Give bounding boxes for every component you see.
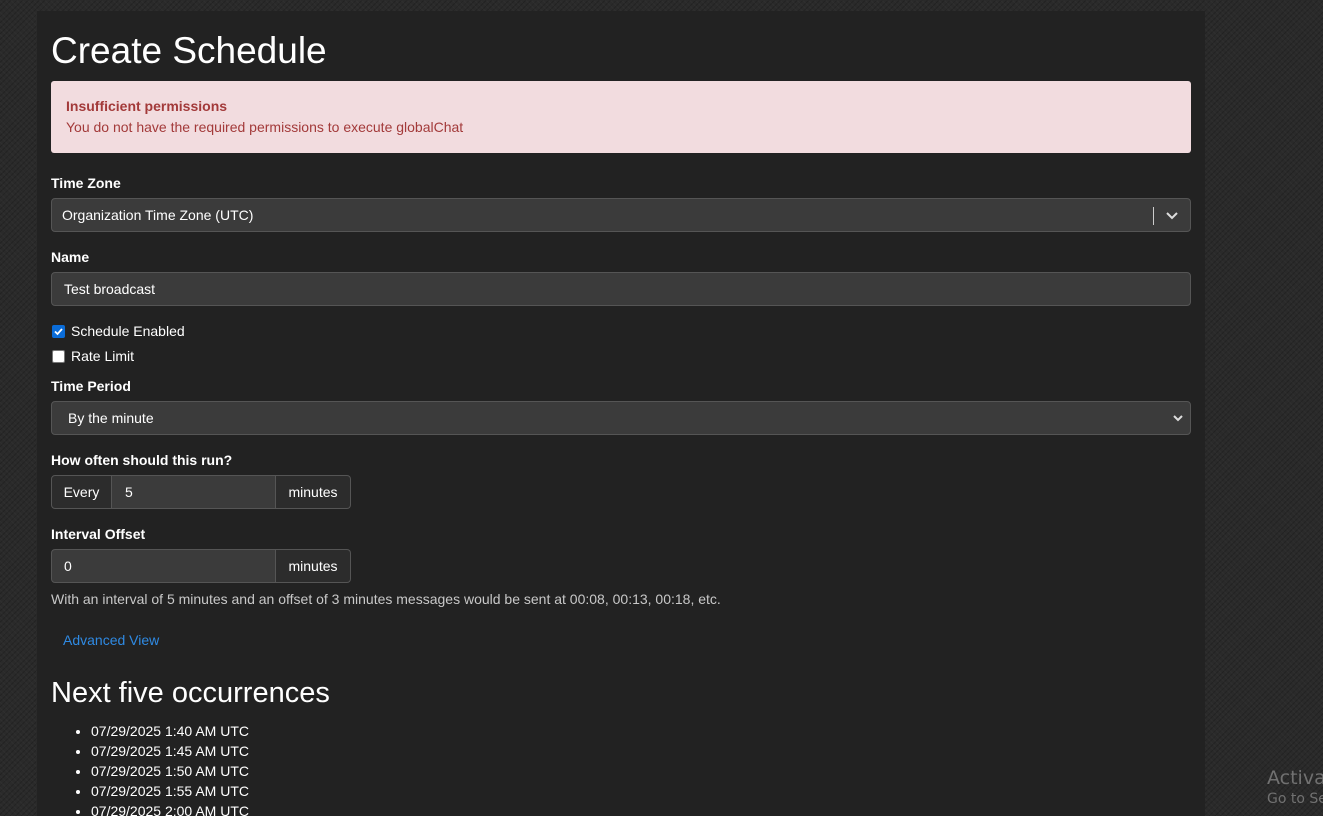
occurrences-title: Next five occurrences [51, 677, 330, 709]
occurrences-list: 07/29/2025 1:40 AM UTC 07/29/2025 1:45 A… [51, 721, 249, 816]
name-label: Name [51, 249, 90, 265]
list-item: 07/29/2025 2:00 AM UTC [91, 801, 249, 816]
interval-help-text: With an interval of 5 minutes and an off… [51, 591, 721, 607]
alert-title: Insufficient permissions [66, 98, 228, 114]
select-separator [1153, 207, 1154, 225]
watermark-line-1: Activat [1267, 767, 1323, 789]
schedule-panel: Create Schedule Insufficient permissions… [37, 11, 1205, 816]
list-item: 07/29/2025 1:45 AM UTC [91, 741, 249, 761]
time-zone-label: Time Zone [51, 175, 121, 191]
rate-limit-label: Rate Limit [71, 348, 135, 364]
page-title: Create Schedule [51, 30, 327, 71]
checkmark-icon [54, 327, 63, 335]
time-zone-value: Organization Time Zone (UTC) [62, 207, 254, 223]
frequency-suffix: minutes [276, 475, 351, 509]
chevron-down-icon [1173, 415, 1183, 422]
advanced-view-link[interactable]: Advanced View [63, 632, 159, 648]
time-period-label: Time Period [51, 378, 131, 394]
name-input[interactable]: Test broadcast [51, 272, 1191, 306]
offset-input-group: 0 minutes [51, 549, 351, 583]
list-item: 07/29/2025 1:50 AM UTC [91, 761, 249, 781]
watermark-line-2: Go to Se [1267, 791, 1323, 807]
list-item: 07/29/2025 1:40 AM UTC [91, 721, 249, 741]
frequency-prefix: Every [51, 475, 112, 509]
schedule-enabled-row[interactable]: Schedule Enabled [51, 323, 185, 339]
permissions-alert: Insufficient permissions You do not have… [51, 81, 1191, 153]
frequency-value: 5 [125, 484, 133, 500]
activation-watermark: Activat Go to Se [1267, 766, 1323, 808]
frequency-input[interactable]: 5 [112, 475, 276, 509]
list-item: 07/29/2025 1:55 AM UTC [91, 781, 249, 801]
name-value: Test broadcast [64, 281, 156, 297]
frequency-label: How often should this run? [51, 452, 233, 468]
schedule-enabled-checkbox[interactable] [52, 324, 65, 338]
chevron-down-icon[interactable] [1164, 207, 1180, 223]
time-zone-select[interactable]: Organization Time Zone (UTC) [51, 198, 1191, 232]
time-period-select[interactable]: By the minute [51, 401, 1191, 435]
schedule-enabled-label: Schedule Enabled [71, 323, 185, 339]
rate-limit-row[interactable]: Rate Limit [51, 348, 134, 364]
offset-label: Interval Offset [51, 526, 146, 542]
frequency-input-group: Every 5 minutes [51, 475, 351, 509]
alert-message: You do not have the required permissions… [66, 119, 464, 135]
rate-limit-checkbox[interactable] [52, 349, 65, 363]
time-period-value: By the minute [68, 410, 154, 426]
offset-suffix: minutes [276, 549, 351, 583]
offset-value: 0 [64, 558, 72, 574]
offset-input[interactable]: 0 [51, 549, 276, 583]
